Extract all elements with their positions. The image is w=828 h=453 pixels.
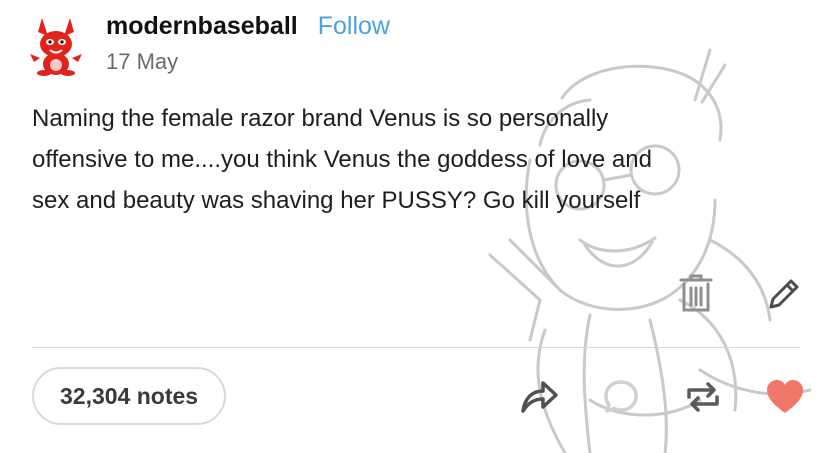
red-bunny-avatar-icon: [30, 18, 82, 76]
follow-button[interactable]: Follow: [318, 12, 390, 41]
edit-button[interactable]: [764, 274, 804, 314]
divider: [32, 347, 800, 348]
pencil-icon: [769, 279, 799, 309]
reblog-button[interactable]: [680, 374, 726, 420]
share-button[interactable]: [516, 374, 562, 420]
avatar[interactable]: [24, 14, 88, 78]
reblog-icon: [687, 382, 719, 412]
post-date: 17 May: [106, 49, 179, 74]
notes-count-button[interactable]: 32,304 notes: [32, 367, 227, 425]
post-body: Naming the female razor brand Venus is s…: [32, 98, 792, 221]
username-link[interactable]: modernbaseball: [106, 12, 298, 41]
post-footer-actions: [516, 374, 808, 420]
tumblr-post: modernbaseball Follow 17 May Naming the …: [0, 0, 828, 453]
trash-icon: [679, 274, 713, 312]
reply-bubble-icon: [604, 380, 638, 413]
heart-icon: [767, 380, 803, 413]
reply-button[interactable]: [598, 374, 644, 420]
delete-button[interactable]: [676, 274, 716, 314]
share-icon: [521, 381, 558, 413]
post-body-line: Naming the female razor brand Venus is s…: [32, 105, 609, 132]
like-button[interactable]: [762, 374, 808, 420]
post-header: modernbaseball Follow 17 May: [106, 12, 390, 75]
post-body-line: sex and beauty was shaving her PUSSY? Go…: [32, 187, 641, 214]
post-owner-actions: [676, 274, 804, 314]
post-body-line: offensive to me....you think Venus the g…: [32, 146, 652, 173]
